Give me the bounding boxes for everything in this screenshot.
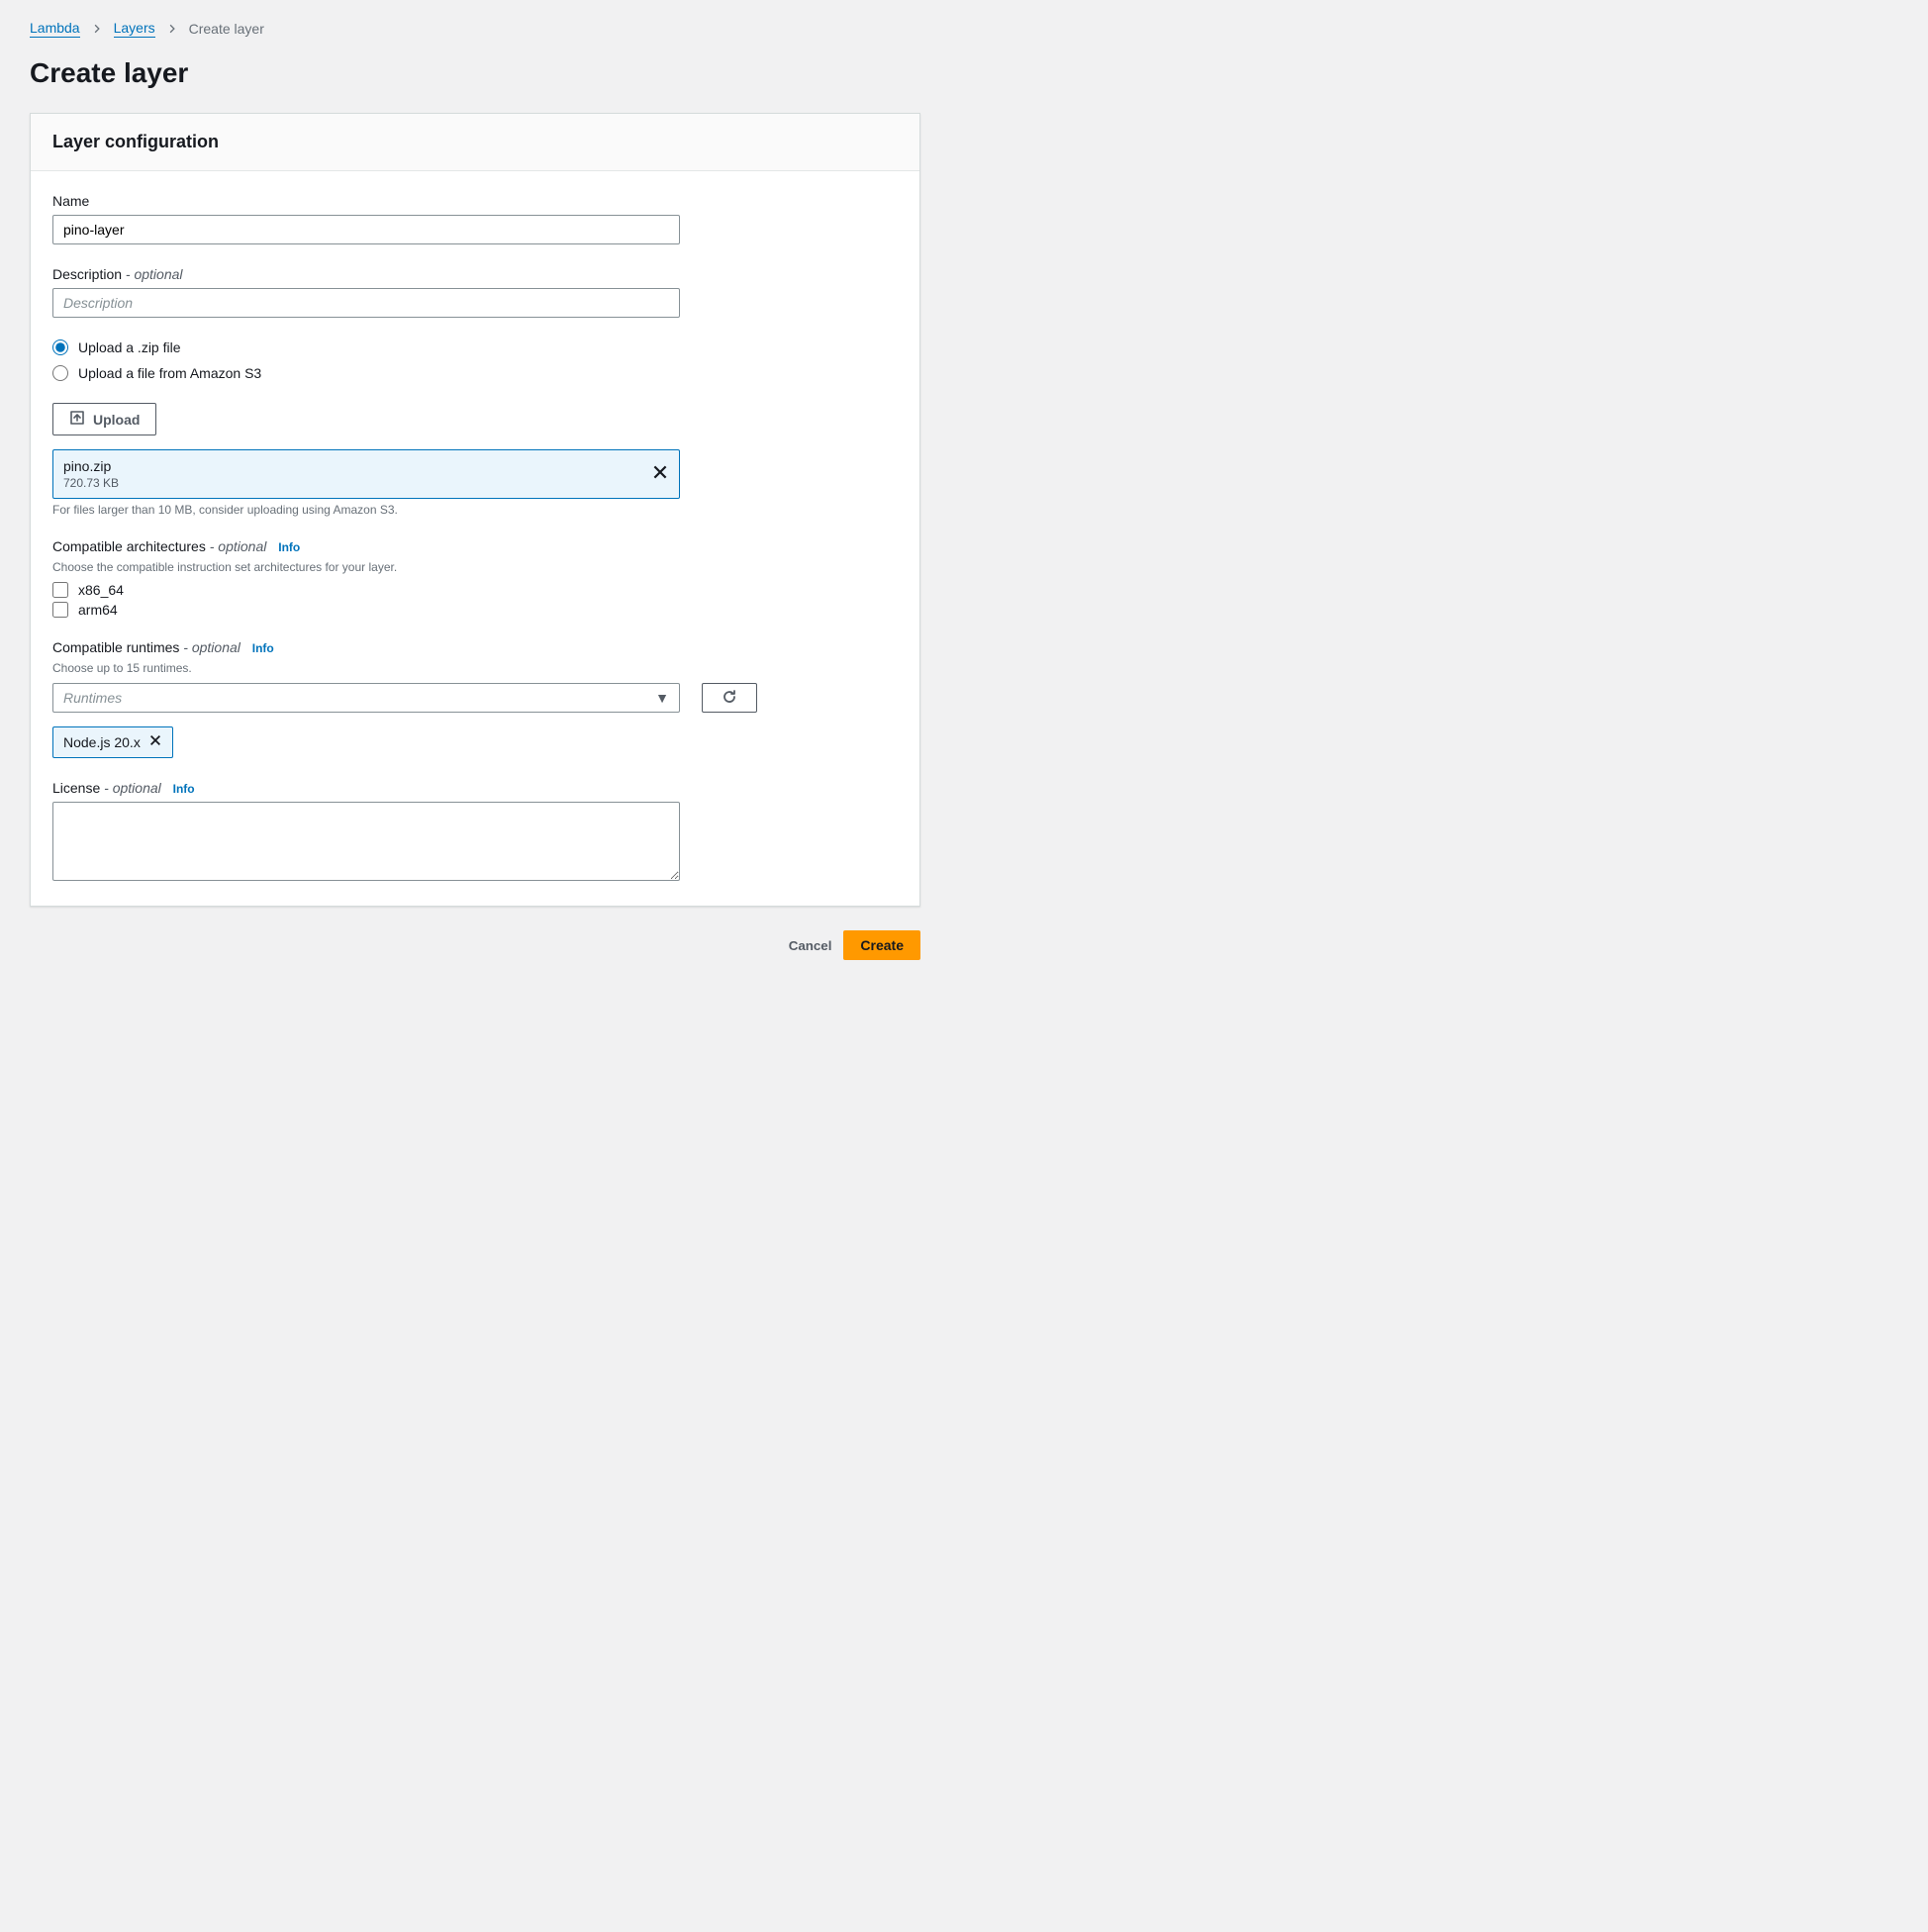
name-group: Name	[52, 193, 898, 244]
architectures-hint: Choose the compatible instruction set ar…	[52, 560, 898, 574]
remove-runtime-button[interactable]	[148, 733, 162, 751]
runtimes-info-link[interactable]: Info	[252, 641, 274, 655]
architectures-optional: - optional	[206, 538, 266, 554]
runtimes-optional: - optional	[179, 639, 240, 655]
breadcrumb-link-layers[interactable]: Layers	[114, 20, 155, 38]
name-label: Name	[52, 193, 898, 209]
upload-hint: For files larger than 10 MB, consider up…	[52, 503, 898, 517]
license-group: License - optional Info	[52, 780, 898, 884]
checkbox-x8664[interactable]	[52, 582, 68, 598]
license-textarea[interactable]	[52, 802, 680, 881]
chevron-right-icon	[167, 21, 177, 37]
create-button[interactable]: Create	[843, 930, 920, 960]
license-label-text: License	[52, 780, 100, 796]
description-label-text: Description	[52, 266, 122, 282]
breadcrumb-link-lambda[interactable]: Lambda	[30, 20, 80, 38]
refresh-icon	[722, 689, 737, 708]
radio-upload-zip-row: Upload a .zip file	[52, 339, 898, 355]
description-label: Description - optional	[52, 266, 898, 282]
radio-upload-s3[interactable]	[52, 365, 68, 381]
upload-source-group: Upload a .zip file Upload a file from Am…	[52, 339, 898, 381]
checkbox-arm64[interactable]	[52, 602, 68, 618]
architectures-label: Compatible architectures - optional Info	[52, 538, 898, 554]
runtimes-label-text: Compatible runtimes	[52, 639, 179, 655]
footer-actions: Cancel Create	[30, 930, 920, 960]
upload-button[interactable]: Upload	[52, 403, 156, 435]
runtimes-label: Compatible runtimes - optional Info	[52, 639, 898, 655]
runtimes-hint: Choose up to 15 runtimes.	[52, 661, 898, 675]
description-group: Description - optional	[52, 266, 898, 318]
chevron-right-icon	[92, 21, 102, 37]
cancel-button[interactable]: Cancel	[789, 930, 832, 960]
caret-down-icon: ▼	[655, 690, 669, 706]
remove-file-button[interactable]	[651, 463, 669, 485]
radio-upload-zip[interactable]	[52, 339, 68, 355]
upload-file-group: Upload pino.zip 720.73 KB For files larg…	[52, 403, 898, 517]
runtimes-group: Compatible runtimes - optional Info Choo…	[52, 639, 898, 758]
radio-upload-s3-row: Upload a file from Amazon S3	[52, 365, 898, 381]
refresh-runtimes-button[interactable]	[702, 683, 757, 713]
architectures-group: Compatible architectures - optional Info…	[52, 538, 898, 618]
name-input[interactable]	[52, 215, 680, 244]
description-optional: - optional	[122, 266, 182, 282]
panel-header: Layer configuration	[31, 114, 919, 171]
radio-upload-s3-label: Upload a file from Amazon S3	[78, 365, 261, 381]
license-label: License - optional Info	[52, 780, 898, 796]
runtimes-placeholder: Runtimes	[63, 690, 122, 706]
panel-title: Layer configuration	[52, 132, 898, 152]
breadcrumb: Lambda Layers Create layer	[30, 20, 1898, 38]
uploaded-file-name: pino.zip	[63, 458, 119, 474]
description-input[interactable]	[52, 288, 680, 318]
close-icon	[651, 464, 669, 486]
runtime-chip: Node.js 20.x	[52, 726, 173, 758]
close-icon	[148, 734, 162, 751]
checkbox-arm64-row: arm64	[52, 602, 898, 618]
runtime-chip-label: Node.js 20.x	[63, 734, 141, 750]
checkbox-x8664-label: x86_64	[78, 582, 124, 598]
checkbox-x8664-row: x86_64	[52, 582, 898, 598]
runtimes-select[interactable]: Runtimes ▼	[52, 683, 680, 713]
uploaded-file-size: 720.73 KB	[63, 476, 119, 490]
architectures-info-link[interactable]: Info	[278, 540, 300, 554]
uploaded-file-chip: pino.zip 720.73 KB	[52, 449, 680, 499]
license-optional: - optional	[100, 780, 160, 796]
radio-upload-zip-label: Upload a .zip file	[78, 339, 181, 355]
license-info-link[interactable]: Info	[173, 782, 195, 796]
page-title: Create layer	[30, 57, 1898, 89]
upload-icon	[69, 410, 85, 429]
breadcrumb-current: Create layer	[189, 21, 264, 37]
layer-config-panel: Layer configuration Name Description - o…	[30, 113, 920, 907]
upload-button-label: Upload	[93, 412, 140, 428]
architectures-label-text: Compatible architectures	[52, 538, 206, 554]
checkbox-arm64-label: arm64	[78, 602, 118, 618]
